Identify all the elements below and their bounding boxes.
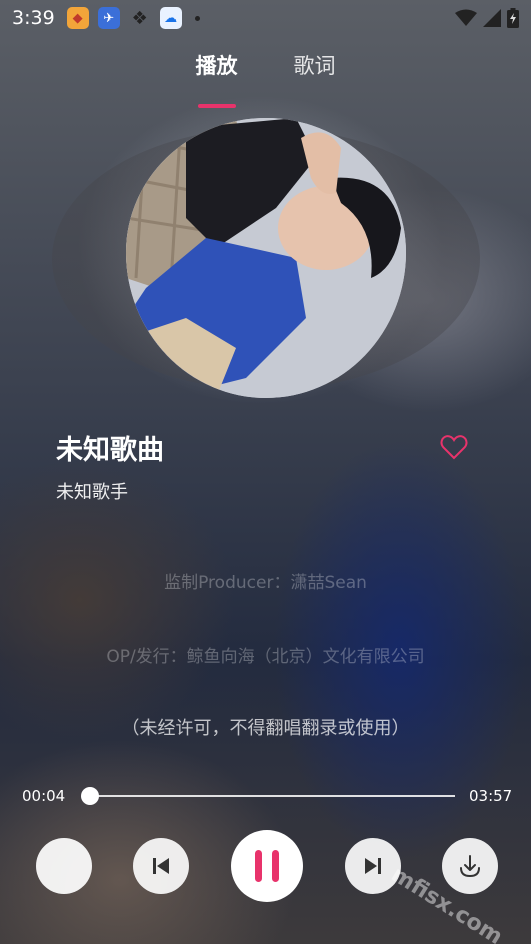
lyric-line: 监制Producer：潇喆Sean bbox=[164, 573, 367, 593]
mode-button[interactable] bbox=[36, 838, 92, 894]
heart-outline-icon bbox=[440, 435, 468, 460]
download-icon bbox=[460, 855, 480, 878]
current-time: 00:04 bbox=[22, 787, 66, 805]
skip-next-icon bbox=[365, 858, 381, 874]
download-button[interactable] bbox=[442, 838, 498, 894]
wifi-icon bbox=[455, 9, 477, 26]
tab-play-label: 播放 bbox=[195, 54, 238, 78]
notification-cloud-icon: ☁ bbox=[159, 7, 182, 29]
tab-bar: 播放 歌词 bbox=[0, 44, 531, 108]
notification-app-icon: ◆ bbox=[66, 7, 89, 29]
tab-play[interactable]: 播放 bbox=[195, 44, 238, 108]
lyric-line: OP/发行：鲸鱼向海（北京）文化有限公司 bbox=[106, 647, 425, 667]
favorite-button[interactable] bbox=[440, 434, 468, 460]
notification-diamond-icon: ❖ bbox=[131, 7, 148, 29]
status-icons bbox=[455, 8, 519, 28]
song-artist: 未知歌手 bbox=[56, 482, 128, 503]
signal-icon bbox=[483, 9, 501, 27]
progress-track[interactable] bbox=[84, 795, 455, 797]
play-pause-button[interactable] bbox=[231, 830, 303, 902]
lyric-line-current: （未经许可，不得翻唱翻录或使用） bbox=[121, 718, 410, 739]
skip-previous-icon bbox=[153, 858, 169, 874]
notification-more-dot bbox=[194, 15, 200, 21]
tab-lyrics[interactable]: 歌词 bbox=[294, 44, 336, 96]
notification-bird-icon: ✈ bbox=[97, 7, 120, 29]
tab-lyrics-label: 歌词 bbox=[293, 54, 336, 78]
tab-active-indicator bbox=[197, 104, 236, 108]
status-time: 3:39 bbox=[12, 7, 55, 29]
total-time: 03:57 bbox=[469, 787, 513, 805]
album-cover bbox=[126, 118, 406, 398]
status-bar: 3:39 ◆ ✈ ❖ ☁ bbox=[0, 0, 531, 36]
song-title: 未知歌曲 bbox=[56, 435, 164, 466]
pause-icon bbox=[255, 850, 279, 882]
battery-icon bbox=[507, 8, 519, 28]
previous-button[interactable] bbox=[133, 838, 189, 894]
